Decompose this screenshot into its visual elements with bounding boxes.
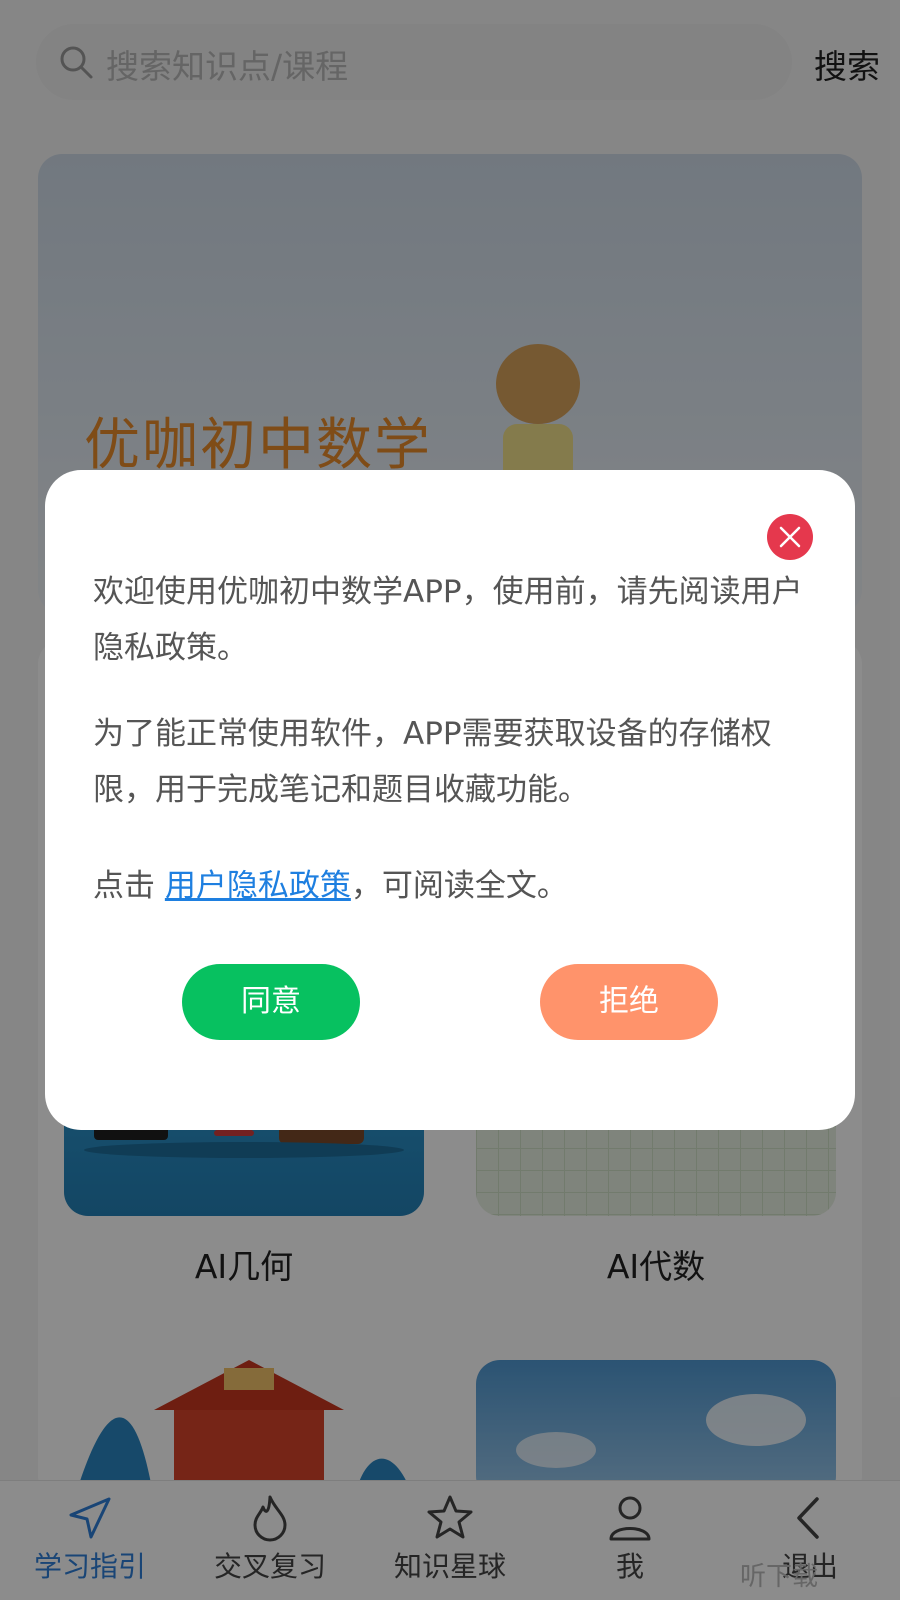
reject-button[interactable]: 拒绝 (540, 964, 718, 1040)
close-icon (779, 526, 801, 548)
close-button[interactable] (767, 514, 813, 560)
dialog-paragraph-read-full: 点击 用户隐私政策，可阅读全文。 (93, 858, 809, 914)
privacy-policy-link[interactable]: 用户隐私政策 (165, 868, 351, 904)
privacy-dialog: 欢迎使用优咖初中数学APP，使用前，请先阅读用户隐私政策。 为了能正常使用软件，… (45, 470, 855, 1130)
dialog-paragraph-permission: 为了能正常使用软件，APP需要获取设备的存储权限，用于完成笔记和题目收藏功能。 (93, 716, 772, 808)
dialog-text-prefix: 点击 (93, 868, 165, 904)
agree-button[interactable]: 同意 (182, 964, 360, 1040)
dialog-text-suffix: ，可阅读全文。 (350, 868, 568, 904)
dialog-paragraph-welcome: 欢迎使用优咖初中数学APP，使用前，请先阅读用户隐私政策。 (93, 574, 803, 666)
